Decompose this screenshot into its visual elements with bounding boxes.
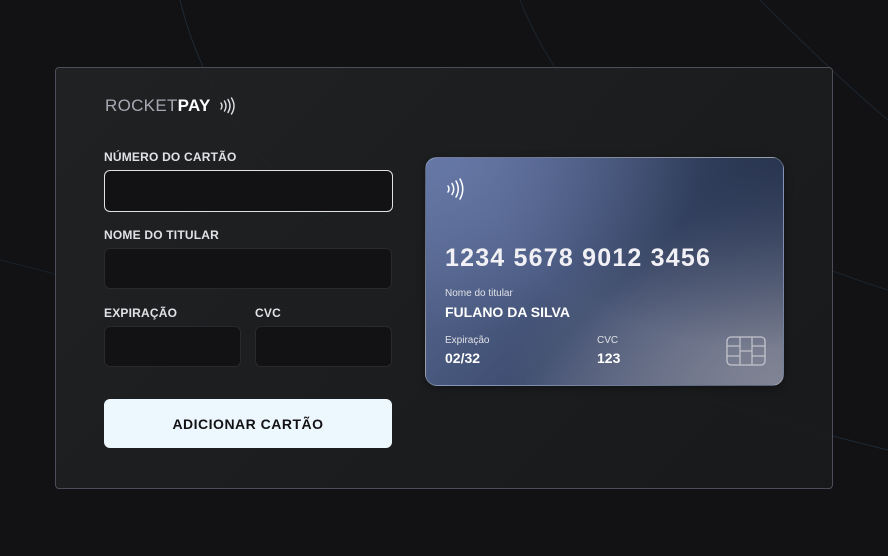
logo-suffix: PAY [177,96,211,115]
cvc-input[interactable] [255,326,392,367]
cvc-caption: CVC [597,335,619,346]
expiration-caption: Expiração [445,335,490,346]
holder-name-caption: Nome do titular [445,288,513,299]
card-number-display: 1234 5678 9012 3456 [445,244,712,272]
holder-name-input[interactable] [104,248,392,289]
cvc-label: CVC [255,306,281,320]
add-card-button[interactable]: ADICIONAR CARTÃO [104,399,392,448]
holder-name-label: NOME DO TITULAR [104,228,219,242]
rocketpay-logo: ROCKET PAY [105,96,236,116]
logo-prefix: ROCKET [105,96,178,115]
expiration-input[interactable] [104,326,241,367]
card-number-input[interactable] [104,170,393,212]
expiration-label: EXPIRAÇÃO [104,306,178,320]
contactless-icon [218,97,236,115]
chip-icon [726,336,766,371]
card-number-label: NÚMERO DO CARTÃO [104,150,237,164]
add-card-panel: ROCKET PAY NÚMERO DO CARTÃO NOME DO TITUL… [55,67,833,489]
cvc-display: 123 [597,350,621,366]
holder-name-display: FULANO DA SILVA [445,304,570,320]
expiration-display: 02/32 [445,350,481,366]
contactless-icon [445,178,465,205]
card-preview: 1234 5678 9012 3456 Nome do titular FULA… [425,157,784,386]
